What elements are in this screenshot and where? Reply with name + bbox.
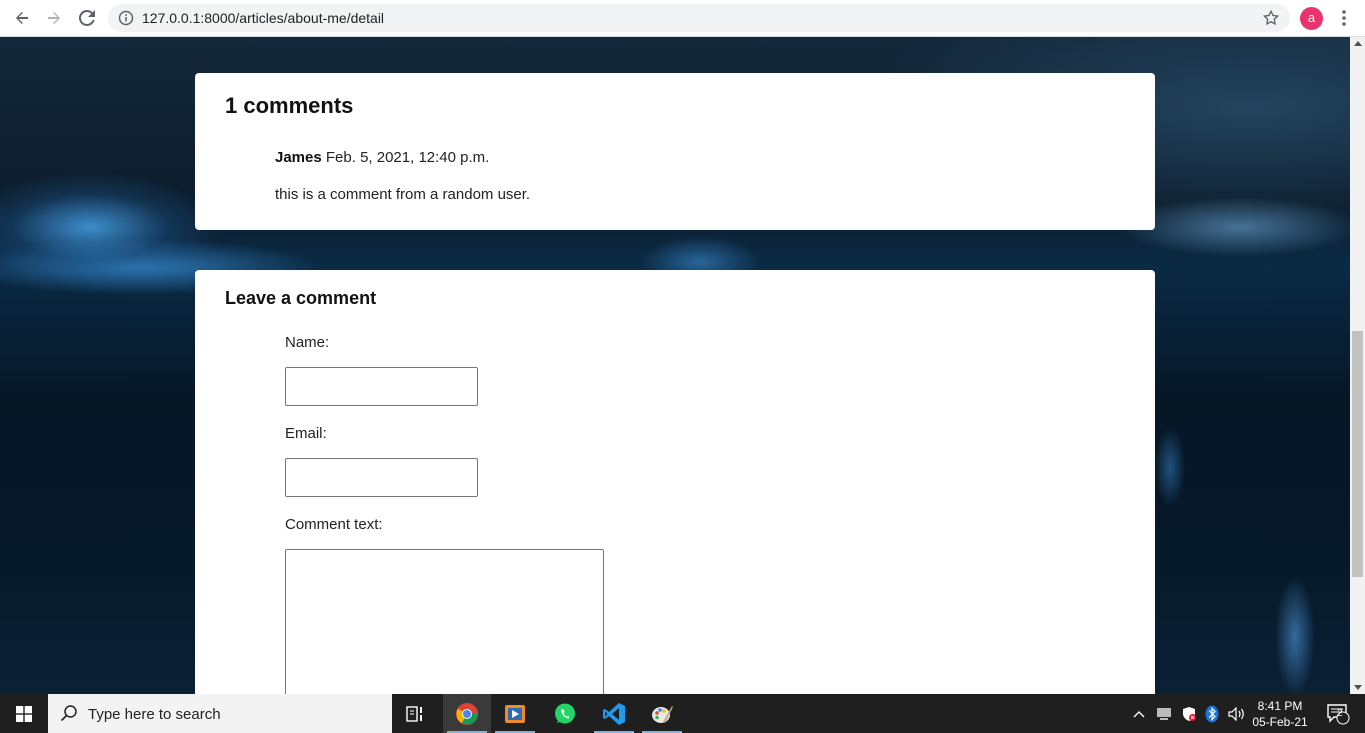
taskbar-paint[interactable]	[638, 694, 686, 733]
speaker-icon	[1228, 706, 1244, 721]
comment-textarea[interactable]	[285, 549, 604, 694]
taskbar-search[interactable]: Type here to search	[48, 694, 392, 733]
action-center-button[interactable]: 2	[1318, 694, 1358, 733]
clock-time: 8:41 PM	[1257, 699, 1303, 713]
forward-arrow-icon	[48, 12, 60, 24]
address-bar[interactable]: 127.0.0.1:8000/articles/about-me/detail	[108, 4, 1290, 32]
search-icon	[60, 705, 77, 722]
scroll-up-icon[interactable]	[1354, 41, 1362, 46]
vscode-icon	[603, 702, 625, 725]
scroll-thumb[interactable]	[1352, 331, 1363, 577]
shield-icon	[1183, 706, 1196, 721]
comment-text-label: Comment text:	[285, 516, 383, 533]
reload-icon	[79, 10, 95, 26]
task-view-button[interactable]	[392, 694, 440, 733]
comment-text: this is a comment from a random user.	[275, 186, 531, 203]
email-label: Email:	[285, 425, 327, 442]
profile-avatar[interactable]: a	[1300, 7, 1323, 30]
tray-security[interactable]	[1178, 694, 1200, 733]
whatsapp-icon	[555, 703, 575, 723]
name-label: Name:	[285, 334, 330, 351]
name-input[interactable]	[285, 367, 478, 406]
show-hidden-icons[interactable]	[1130, 694, 1148, 733]
url-text: 127.0.0.1:8000/articles/about-me/detail	[142, 10, 385, 26]
comment-meta: James Feb. 5, 2021, 12:40 p.m.	[275, 149, 489, 166]
comment-author: James	[275, 149, 322, 166]
bluetooth-icon	[1205, 705, 1219, 722]
vertical-scrollbar[interactable]	[1350, 37, 1365, 694]
scroll-down-icon[interactable]	[1354, 685, 1362, 690]
windows-logo-icon	[16, 705, 32, 722]
back-button[interactable]	[10, 6, 34, 30]
taskbar-vscode[interactable]	[590, 694, 638, 733]
windows-taskbar: Type here to search 8:41 PM 05-Feb-21 2	[0, 694, 1365, 733]
start-button[interactable]	[0, 694, 48, 733]
chevron-up-icon	[1133, 710, 1145, 717]
page-viewport: 1 comments James Feb. 5, 2021, 12:40 p.m…	[0, 37, 1350, 694]
taskbar-whatsapp[interactable]	[541, 694, 589, 733]
taskbar-media-player[interactable]	[491, 694, 539, 733]
clock-date: 05-Feb-21	[1252, 715, 1308, 729]
email-input[interactable]	[285, 458, 478, 497]
menu-kebab-icon[interactable]	[1336, 8, 1352, 28]
paint-icon	[652, 705, 673, 723]
task-view-icon	[406, 705, 422, 722]
tray-network-device[interactable]	[1153, 694, 1175, 733]
comments-card: 1 comments James Feb. 5, 2021, 12:40 p.m…	[195, 73, 1155, 230]
comments-heading: 1 comments	[225, 93, 354, 118]
browser-toolbar: 127.0.0.1:8000/articles/about-me/detail …	[0, 0, 1365, 37]
notification-count: 2	[1337, 708, 1343, 719]
comment-date: Feb. 5, 2021, 12:40 p.m.	[325, 149, 490, 166]
comment-form-card: Leave a comment Name: Email: Comment tex…	[195, 270, 1155, 694]
bookmark-star-icon[interactable]	[1262, 9, 1280, 27]
device-icon	[1157, 707, 1171, 720]
info-icon[interactable]	[118, 10, 134, 26]
search-placeholder: Type here to search	[88, 706, 221, 723]
tray-volume[interactable]	[1225, 694, 1249, 733]
forward-button[interactable]	[42, 6, 66, 30]
form-heading: Leave a comment	[225, 288, 377, 308]
taskbar-chrome[interactable]	[443, 694, 491, 733]
reload-button[interactable]	[75, 6, 99, 30]
taskbar-clock[interactable]: 8:41 PM 05-Feb-21	[1250, 698, 1310, 730]
back-arrow-icon	[16, 12, 28, 24]
media-player-icon	[505, 704, 525, 723]
tray-bluetooth[interactable]	[1202, 694, 1222, 733]
chrome-icon	[456, 702, 478, 725]
